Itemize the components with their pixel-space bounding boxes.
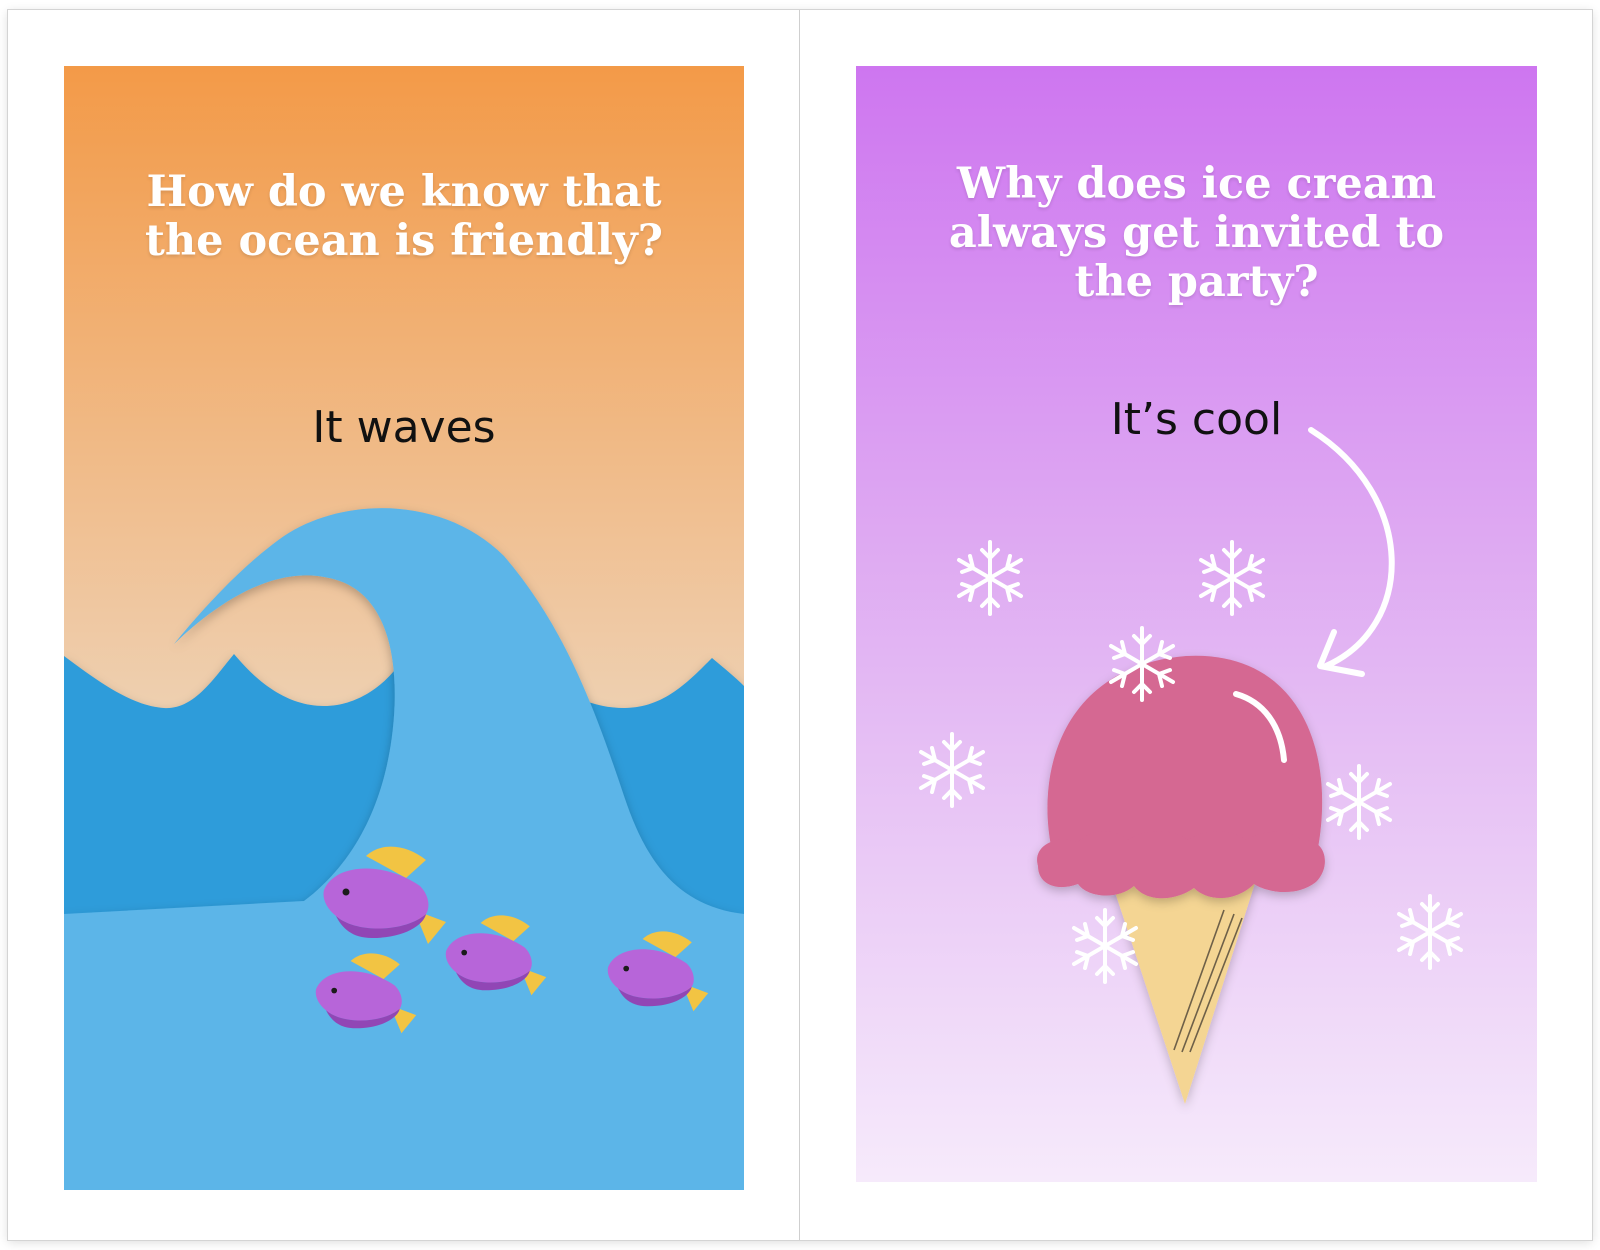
snowflake-icon bbox=[1326, 764, 1392, 840]
book-spread: How do we know that the ocean is friendl… bbox=[8, 10, 1592, 1240]
joke-question: How do we know that the ocean is friendl… bbox=[145, 167, 663, 266]
arrow-line bbox=[1308, 427, 1395, 669]
scoop bbox=[1037, 655, 1325, 899]
joke-answer: It waves bbox=[312, 402, 496, 453]
cone bbox=[1111, 880, 1256, 1104]
snowflake-icon bbox=[1199, 540, 1265, 616]
joke-question: Why does ice cream always get invited to… bbox=[948, 159, 1445, 307]
snowflake-icon bbox=[1397, 894, 1463, 970]
joke-card-ocean: How do we know that the ocean is friendl… bbox=[64, 66, 744, 1190]
book-spine bbox=[799, 10, 800, 1240]
arrow-head bbox=[1317, 629, 1365, 677]
snowflake-icon bbox=[919, 732, 985, 808]
joke-card-ice-cream: Why does ice cream always get invited to… bbox=[856, 66, 1537, 1182]
snowflake-icon bbox=[957, 540, 1023, 616]
joke-answer: It’s cool bbox=[1110, 394, 1283, 445]
